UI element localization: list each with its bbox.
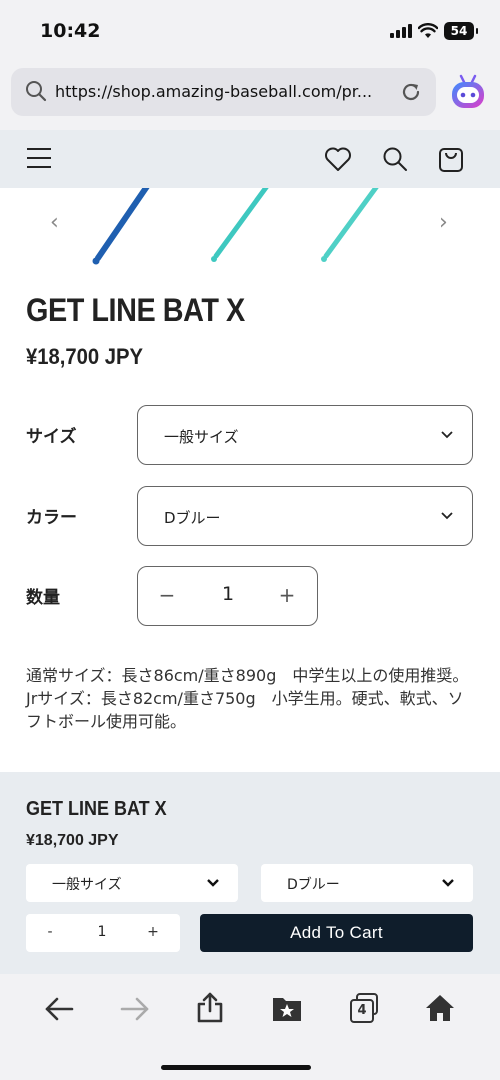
sticky-quantity-stepper: - 1 + bbox=[26, 914, 180, 952]
sticky-product-price: ¥18,700 JPY bbox=[26, 832, 119, 849]
cellular-signal-icon bbox=[390, 24, 412, 38]
quantity-label: 数量 bbox=[26, 588, 60, 608]
tabs-icon[interactable]: 4 bbox=[350, 993, 380, 1023]
bookmarks-icon[interactable] bbox=[272, 994, 302, 1022]
quantity-stepper: − 1 + bbox=[137, 566, 318, 626]
chevron-left-icon[interactable]: ‹ bbox=[50, 210, 59, 235]
bat-image-dark-blue bbox=[92, 188, 150, 265]
browser-bar: https://shop.amazing-baseball.com/pr... bbox=[0, 62, 500, 130]
chevron-down-icon bbox=[442, 879, 454, 887]
address-bar[interactable]: https://shop.amazing-baseball.com/pr... bbox=[11, 68, 436, 116]
home-indicator bbox=[161, 1065, 311, 1070]
chevron-right-icon[interactable]: › bbox=[439, 210, 448, 235]
bat-image-mint bbox=[321, 188, 379, 262]
site-header bbox=[0, 130, 500, 188]
product-description: 通常サイズ：長さ86cm/重さ890g 中学生以上の使用推奨。Jrサイズ：長さ8… bbox=[26, 666, 469, 731]
chevron-down-icon bbox=[441, 512, 453, 520]
size-label: サイズ bbox=[26, 427, 77, 447]
quantity-increase-button[interactable]: + bbox=[272, 583, 302, 607]
product-price: ¥18,700 JPY bbox=[26, 344, 144, 369]
color-label: カラー bbox=[26, 508, 77, 528]
sticky-size-value: 一般サイズ bbox=[52, 877, 122, 893]
chevron-down-icon bbox=[441, 431, 453, 439]
sticky-size-select[interactable]: 一般サイズ bbox=[26, 864, 238, 902]
battery-icon: 54 bbox=[444, 22, 478, 40]
back-icon[interactable] bbox=[44, 996, 74, 1022]
share-icon[interactable] bbox=[196, 991, 224, 1023]
forward-icon[interactable] bbox=[120, 996, 150, 1022]
url-text[interactable]: https://shop.amazing-baseball.com/pr... bbox=[55, 82, 385, 101]
menu-icon[interactable] bbox=[26, 145, 52, 171]
status-time: 10:42 bbox=[40, 20, 101, 42]
reload-icon[interactable] bbox=[400, 81, 422, 103]
status-icons: 54 bbox=[390, 22, 478, 40]
chevron-down-icon bbox=[207, 879, 219, 887]
add-to-cart-button[interactable]: Add To Cart bbox=[200, 914, 473, 952]
search-icon bbox=[26, 81, 47, 102]
product-title: GET LINE BAT X bbox=[26, 292, 245, 328]
heart-icon[interactable] bbox=[324, 146, 352, 172]
cart-icon[interactable] bbox=[438, 145, 464, 173]
wifi-icon bbox=[418, 23, 438, 38]
size-select-value: 一般サイズ bbox=[164, 428, 239, 446]
sticky-quantity-value[interactable]: 1 bbox=[92, 924, 112, 940]
status-bar: 10:42 54 bbox=[0, 0, 500, 62]
product-image-carousel[interactable]: ‹ › bbox=[0, 188, 500, 268]
color-select-value: Dブルー bbox=[164, 509, 221, 527]
sticky-cart-bar: GET LINE BAT X ¥18,700 JPY 一般サイズ Dブルー - … bbox=[0, 772, 500, 974]
sticky-color-select[interactable]: Dブルー bbox=[261, 864, 473, 902]
sticky-quantity-decrease-button[interactable]: - bbox=[40, 924, 60, 940]
bat-image-light-blue bbox=[211, 188, 269, 262]
home-icon[interactable] bbox=[425, 993, 455, 1023]
sticky-quantity-increase-button[interactable]: + bbox=[143, 924, 163, 940]
size-select[interactable]: 一般サイズ bbox=[137, 405, 473, 465]
tabs-count: 4 bbox=[350, 999, 374, 1023]
assistant-icon[interactable] bbox=[448, 72, 488, 112]
color-select[interactable]: Dブルー bbox=[137, 486, 473, 546]
quantity-value[interactable]: 1 bbox=[216, 583, 240, 605]
sticky-product-title: GET LINE BAT X bbox=[26, 798, 167, 820]
quantity-decrease-button[interactable]: − bbox=[152, 583, 182, 607]
sticky-color-value: Dブルー bbox=[287, 877, 340, 893]
search-icon[interactable] bbox=[382, 146, 408, 172]
